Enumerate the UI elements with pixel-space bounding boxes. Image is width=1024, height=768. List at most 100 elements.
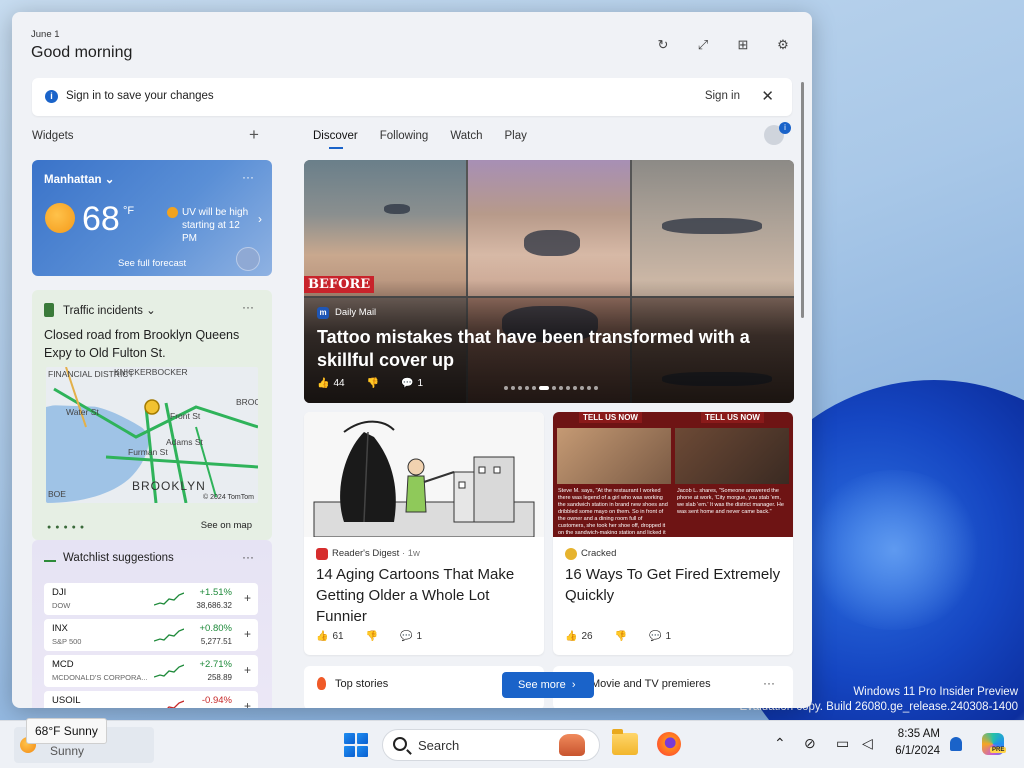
see-full-forecast-link[interactable]: See full forecast xyxy=(118,258,186,269)
article-source[interactable]: Daily Mail xyxy=(335,307,376,318)
article-image: TELL US NOW TELL US NOW Steve M. says, "… xyxy=(553,412,793,537)
article-reactions: 👍 44 👎 💬 1 xyxy=(317,378,423,389)
comment-icon[interactable]: 💬 xyxy=(401,378,413,389)
stock-row[interactable]: MCD MCDONALD'S CORPORA... +2.71% 258.89 + xyxy=(44,655,258,687)
dislike-icon[interactable]: 👎 xyxy=(367,378,379,389)
add-stock-button[interactable]: + xyxy=(244,663,251,677)
like-icon[interactable]: 👍 xyxy=(317,378,329,389)
stock-symbol: INX xyxy=(52,623,68,634)
more-options-icon[interactable]: ··· xyxy=(242,550,254,564)
network-icon[interactable]: ⊘ xyxy=(804,735,816,752)
add-stock-button[interactable]: + xyxy=(244,591,251,605)
stock-row[interactable]: INX S&P 500 +0.80% 5,277.51 + xyxy=(44,619,258,651)
weather-temperature: 68 xyxy=(82,200,120,238)
flame-icon xyxy=(317,677,326,690)
stock-sparkline xyxy=(154,592,184,606)
clock-date[interactable]: 6/1/2024 xyxy=(884,745,940,757)
copilot-pre-badge: PRE xyxy=(990,747,1007,753)
panel-scrollbar[interactable] xyxy=(801,82,804,318)
expand-icon[interactable]: ⤢ xyxy=(696,38,710,52)
article-title[interactable]: 16 Ways To Get Fired Extremely Quickly xyxy=(565,564,785,606)
stock-symbol: USOIL xyxy=(52,695,81,706)
map-label: Front St xyxy=(170,411,201,421)
wallpaper-bloom-highlight xyxy=(804,470,984,630)
uv-notice: UV will be high starting at 12 PM xyxy=(182,207,249,244)
stock-symbol: MCD xyxy=(52,659,74,670)
close-icon[interactable]: ✕ xyxy=(761,87,774,105)
traffic-title[interactable]: Traffic incidents ⌄ xyxy=(63,303,156,317)
dislike-icon[interactable]: 👎 xyxy=(615,631,627,642)
tab-watch[interactable]: Watch xyxy=(450,130,482,142)
dislike-icon[interactable]: 👎 xyxy=(366,631,378,642)
traffic-map[interactable]: FINANCIAL DISTRICT KNICKERBOCKER Water S… xyxy=(46,367,258,503)
info-badge-icon: i xyxy=(779,122,791,134)
stock-value: 38,686.32 xyxy=(196,601,232,610)
article-image xyxy=(632,160,794,296)
signin-link[interactable]: Sign in xyxy=(705,90,740,102)
volume-icon[interactable]: ◁ xyxy=(862,735,873,752)
comment-icon[interactable]: 💬 xyxy=(649,631,661,642)
article-title[interactable]: Tattoo mistakes that have been transform… xyxy=(317,326,777,372)
file-explorer-icon[interactable] xyxy=(612,729,638,755)
chevron-up-icon[interactable]: ⌃ xyxy=(774,735,786,752)
active-tab-indicator xyxy=(329,147,343,149)
watchlist-card[interactable]: Watchlist suggestions ··· DJI DOW +1.51% 38… xyxy=(32,540,272,708)
chevron-right-icon[interactable]: › xyxy=(258,212,262,226)
add-widget-button[interactable]: + xyxy=(249,125,259,145)
like-count: 26 xyxy=(581,631,593,642)
add-stock-button[interactable]: + xyxy=(244,699,251,708)
stock-change: -0.94% xyxy=(201,695,232,706)
firefox-icon[interactable] xyxy=(657,732,681,756)
stock-sparkline xyxy=(167,700,184,708)
search-highlight-icon xyxy=(559,734,585,756)
stock-change: +1.51% xyxy=(199,587,233,598)
before-tag: BEFORE xyxy=(304,276,375,293)
like-count: 61 xyxy=(332,631,344,642)
stock-row[interactable]: USOIL -0.94% + xyxy=(44,691,258,708)
stock-change: +0.80% xyxy=(199,623,233,634)
article-title[interactable]: 14 Aging Cartoons That Make Getting Olde… xyxy=(316,564,536,627)
info-icon: i xyxy=(45,90,58,103)
tell-us-now-label: TELL US NOW xyxy=(579,412,642,423)
tab-discover[interactable]: Discover xyxy=(313,130,358,142)
map-label: Adams St xyxy=(166,437,203,447)
taskbar-search[interactable]: Search xyxy=(382,729,600,761)
stock-row[interactable]: DJI DOW +1.51% 38,686.32 + xyxy=(44,583,258,615)
map-label: KNICKERBOCKER xyxy=(114,367,188,377)
article-card[interactable]: Reader's Digest · 1w 14 Aging Cartoons T… xyxy=(304,412,544,655)
more-options-icon[interactable]: ··· xyxy=(242,300,254,314)
article-source[interactable]: Cracked xyxy=(581,548,616,559)
tab-following[interactable]: Following xyxy=(380,130,429,142)
traffic-card[interactable]: Traffic incidents ⌄ ··· Closed road from… xyxy=(32,290,272,540)
carousel-dots[interactable] xyxy=(504,386,598,390)
comment-count: 1 xyxy=(665,631,672,642)
stock-name: S&P 500 xyxy=(52,637,82,646)
signin-banner: i Sign in to save your changes Sign in ✕ xyxy=(32,78,792,116)
display-icon[interactable]: ▭ xyxy=(836,735,849,752)
notification-bell-icon[interactable] xyxy=(950,737,962,751)
comment-icon[interactable]: 💬 xyxy=(400,631,412,642)
settings-icon[interactable]: ⚙ xyxy=(776,38,790,52)
like-icon[interactable]: 👍 xyxy=(316,631,328,642)
refresh-icon[interactable]: ↻ xyxy=(656,38,670,52)
carousel-dots[interactable]: ●●●●● xyxy=(47,524,88,531)
weather-location[interactable]: Manhattan ⌄ xyxy=(44,172,114,186)
see-on-map-link[interactable]: See on map xyxy=(201,520,252,531)
article-card[interactable]: TELL US NOW TELL US NOW Steve M. says, "… xyxy=(553,412,793,655)
weather-card[interactable]: Manhattan ⌄ ··· 68 °F UV will be high st… xyxy=(32,160,272,276)
stock-change: +2.71% xyxy=(199,659,233,670)
more-options-icon[interactable]: ··· xyxy=(763,676,775,690)
article-source[interactable]: Reader's Digest · 1w xyxy=(332,548,420,559)
see-more-button[interactable]: See more › xyxy=(502,672,594,698)
signin-message: Sign in to save your changes xyxy=(66,90,214,102)
like-icon[interactable]: 👍 xyxy=(565,631,577,642)
add-stock-button[interactable]: + xyxy=(244,627,251,641)
clock-time[interactable]: 8:35 AM xyxy=(892,728,940,740)
more-options-icon[interactable]: ··· xyxy=(242,170,254,184)
start-button[interactable] xyxy=(344,733,368,757)
hero-article[interactable]: BEFORE m Daily Mail Tattoo mistakes that… xyxy=(304,160,794,403)
tab-play[interactable]: Play xyxy=(504,130,526,142)
map-label: BROO xyxy=(236,397,258,407)
pin-icon[interactable]: ⊞ xyxy=(736,38,750,52)
panel-toolbar: ↻ ⤢ ⊞ ⚙ xyxy=(656,38,790,52)
